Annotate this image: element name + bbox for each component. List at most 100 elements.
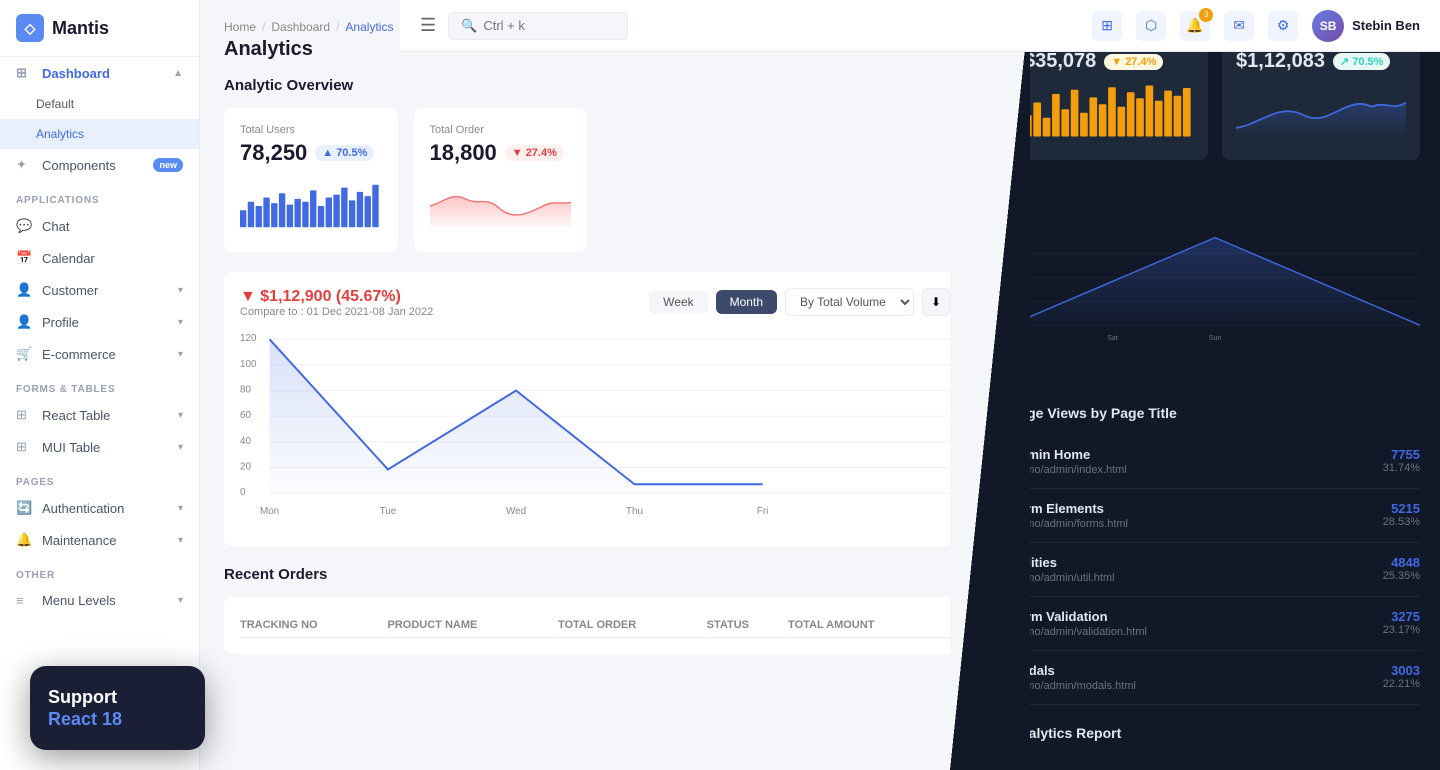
mui-table-icon: ⊞ <box>16 439 32 455</box>
recent-orders: Recent Orders TRACKING NO PRODUCT NAME T… <box>224 566 966 654</box>
maintenance-icon: 🔔 <box>16 532 32 548</box>
card-label: Total Users <box>240 124 382 136</box>
sidebar-item-react-table[interactable]: ⊞ React Table ▾ <box>0 399 199 431</box>
dark-content: Total Sales $35,078 ▼ 27.4% <box>990 0 1440 770</box>
apps-icon[interactable]: ⊞ <box>1092 11 1122 41</box>
settings-icon[interactable]: ⚙ <box>1268 11 1298 41</box>
page-views-title: Page Views by Page Title <box>1010 405 1420 421</box>
support-popup[interactable]: Support React 18 <box>30 666 205 750</box>
card-total-order: Total Order 18,800 ▼ 27.4% <box>414 108 588 252</box>
arrow-down-icon: ▼ <box>512 147 523 159</box>
chevron-down-icon: ▾ <box>178 410 183 421</box>
area-chart-blue-dark <box>1236 81 1406 146</box>
sidebar-item-menu-levels[interactable]: ≡ Menu Levels ▾ <box>0 585 199 616</box>
orange-bar-chart <box>1024 81 1194 146</box>
income-info: ▼ $1,12,900 (45.67%) Compare to : 01 Dec… <box>240 288 433 318</box>
auth-icon: 🔄 <box>16 500 32 516</box>
sidebar-item-analytics[interactable]: Analytics <box>0 119 199 149</box>
income-header: ▼ $1,12,900 (45.67%) Compare to : 01 Dec… <box>240 288 950 318</box>
orders-title: Recent Orders <box>224 566 966 583</box>
app-logo[interactable]: ◇ Mantis <box>0 0 199 57</box>
svg-text:Fri: Fri <box>757 506 769 517</box>
notifications-icon[interactable]: 🔔 3 <box>1180 11 1210 41</box>
search-bar[interactable]: 🔍 <box>448 12 628 40</box>
card-label: Total Order <box>430 124 572 136</box>
col-product: PRODUCT NAME <box>388 613 556 638</box>
hamburger-icon[interactable]: ☰ <box>420 15 436 36</box>
avatar-image: SB <box>1312 10 1344 42</box>
chevron-down-icon: ▾ <box>178 595 183 606</box>
user-name: Stebin Ben <box>1352 18 1420 33</box>
topbar-right: ⊞ ⬡ 🔔 3 ✉ ⚙ SB Stebin Ben <box>1092 10 1420 42</box>
sidebar-item-default[interactable]: Default <box>0 89 199 119</box>
support-title: Support <box>48 686 187 709</box>
col-total-amount: TOTAL AMOUNT <box>788 613 950 638</box>
pv-item-2: Utilities /demo/admin/util.html 4848 25.… <box>1010 543 1420 597</box>
sidebar-item-maintenance[interactable]: 🔔 Maintenance ▾ <box>0 524 199 556</box>
sidebar-item-mui-table[interactable]: ⊞ MUI Table ▾ <box>0 431 199 463</box>
page-views-section: Page Views by Page Title Admin Home /dem… <box>1010 405 1420 705</box>
components-icon: ✦ <box>16 157 32 173</box>
forms-tables-section: Forms & Tables <box>0 370 199 399</box>
search-icon: 🔍 <box>461 18 477 34</box>
analytics-report: Analytics Report <box>1010 725 1420 741</box>
sidebar-item-components[interactable]: ✦ Components new <box>0 149 199 181</box>
chevron-down-icon: ▾ <box>178 442 183 453</box>
svg-text:60: 60 <box>240 410 251 421</box>
chevron-down-icon: ▾ <box>178 349 183 360</box>
svg-text:Wed: Wed <box>506 506 526 517</box>
svg-text:Mon: Mon <box>260 506 279 517</box>
sidebar-item-profile[interactable]: 👤 Profile ▾ <box>0 306 199 338</box>
svg-text:Sat: Sat <box>1107 335 1118 342</box>
sidebar-item-dashboard[interactable]: ⊞ Dashboard ▲ <box>0 57 199 89</box>
search-input[interactable] <box>483 18 603 33</box>
sidebar-item-ecommerce[interactable]: 🛒 E-commerce ▾ <box>0 338 199 370</box>
support-subtitle: React 18 <box>48 709 187 730</box>
chevron-down-icon: ▾ <box>178 285 183 296</box>
pv-item-3: Form Validation /demo/admin/validation.h… <box>1010 597 1420 651</box>
card-value: $35,078 <box>1024 50 1096 73</box>
sidebar-item-chat[interactable]: 💬 Chat <box>0 210 199 242</box>
download-button[interactable]: ⬇ <box>922 288 950 316</box>
income-chart: 120 100 80 60 40 20 0 <box>240 330 950 530</box>
analytics-report-title: Analytics Report <box>1010 725 1420 741</box>
chevron-down-icon: ▾ <box>178 503 183 514</box>
svg-text:Tue: Tue <box>380 506 397 517</box>
app-name: Mantis <box>52 18 109 39</box>
svg-text:80: 80 <box>240 385 251 396</box>
svg-text:Thu: Thu <box>626 506 643 517</box>
btn-week[interactable]: Week <box>649 290 707 314</box>
pv-item-0: Admin Home /demo/admin/index.html 7755 3… <box>1010 435 1420 489</box>
ecommerce-icon: 🛒 <box>16 346 32 362</box>
income-value: ▼ $1,12,900 (45.67%) <box>240 288 433 306</box>
customer-icon: 👤 <box>16 282 32 298</box>
income-compare: Compare to : 01 Dec 2021-08 Jan 2022 <box>240 306 433 318</box>
analytic-cards: Total Users 78,250 ▲ 70.5% <box>224 108 966 252</box>
profile-icon: 👤 <box>16 314 32 330</box>
chevron-down-icon: ▾ <box>178 317 183 328</box>
orders-table: TRACKING NO PRODUCT NAME TOTAL ORDER STA… <box>238 611 952 640</box>
card-value: $1,12,083 <box>1236 50 1325 73</box>
col-total-order: TOTAL ORDER <box>558 613 705 638</box>
chevron-up-icon: ▲ <box>173 68 183 79</box>
messages-icon[interactable]: ✉ <box>1224 11 1254 41</box>
user-avatar[interactable]: SB Stebin Ben <box>1312 10 1420 42</box>
notification-badge: 3 <box>1199 8 1213 22</box>
btn-month[interactable]: Month <box>716 290 777 314</box>
dashboard-icon: ⊞ <box>16 65 32 81</box>
calendar-icon: 📅 <box>16 250 32 266</box>
sidebar-item-customer[interactable]: 👤 Customer ▾ <box>0 274 199 306</box>
volume-select[interactable]: By Total Volume <box>785 288 914 316</box>
body-split: Home / Dashboard / Analytics Analytics A… <box>200 0 1440 770</box>
profile-toggle-icon[interactable]: ⬡ <box>1136 11 1166 41</box>
arrow-up-icon: ▲ <box>322 147 333 159</box>
card-value: 18,800 <box>430 140 497 166</box>
dark-income-chart: Fri Sat Sun <box>1010 180 1420 385</box>
sidebar-item-calendar[interactable]: 📅 Calendar <box>0 242 199 274</box>
sidebar-item-authentication[interactable]: 🔄 Authentication ▾ <box>0 492 199 524</box>
light-content: Home / Dashboard / Analytics Analytics A… <box>200 0 990 770</box>
content-area: ☰ 🔍 ⊞ ⬡ 🔔 3 ✉ ⚙ SB Stebin Ben <box>200 0 1440 770</box>
pv-item-4: Modals /demo/admin/modals.html 3003 22.2… <box>1010 651 1420 705</box>
react-table-icon: ⊞ <box>16 407 32 423</box>
logo-icon: ◇ <box>16 14 44 42</box>
